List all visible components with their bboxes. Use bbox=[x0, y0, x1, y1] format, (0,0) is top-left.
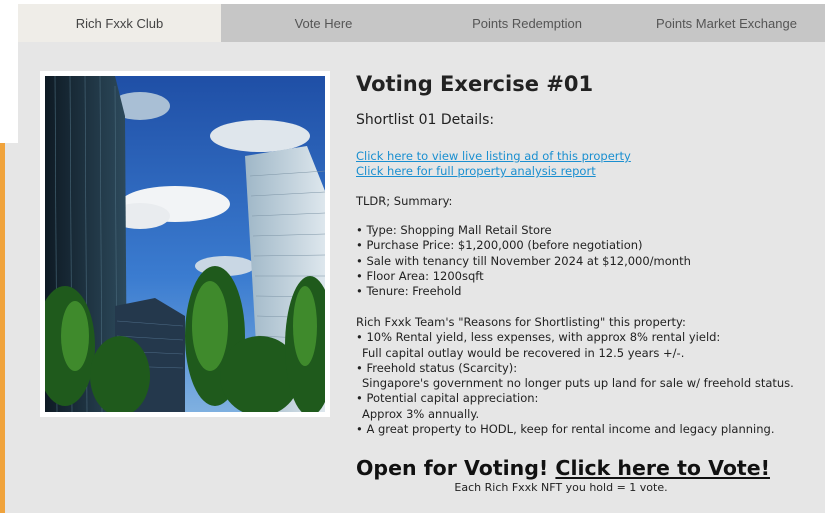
tab-rich-fxxk-club[interactable]: Rich Fxxk Club bbox=[18, 4, 221, 42]
tab-vote-here[interactable]: Vote Here bbox=[221, 4, 426, 42]
reason-item: • Freehold status (Scarcity): bbox=[356, 360, 518, 375]
vote-call-to-action: Open for Voting! Click here to Vote! Eac… bbox=[356, 456, 770, 494]
summary-item-floor-area: • Floor Area: 1200sqft bbox=[356, 268, 484, 283]
summary-item-tenure: • Tenure: Freehold bbox=[356, 284, 462, 299]
shortlist-subtitle: Shortlist 01 Details: bbox=[356, 112, 495, 128]
summary-item-type: • Type: Shopping Mall Retail Store bbox=[356, 223, 552, 237]
analysis-report-link[interactable]: Click here for full property analysis re… bbox=[356, 164, 631, 179]
page-margin bbox=[5, 42, 18, 143]
property-photo bbox=[45, 76, 325, 412]
main-navigation: Rich Fxxk Club Vote Here Points Redempti… bbox=[18, 4, 825, 42]
property-links: Click here to view live listing ad of th… bbox=[356, 149, 631, 179]
reason-item: • A great property to HODL, keep for ren… bbox=[356, 422, 775, 437]
listing-ad-link[interactable]: Click here to view live listing ad of th… bbox=[356, 149, 631, 164]
vote-link[interactable]: Click here to Vote! bbox=[555, 456, 770, 480]
vote-heading: Open for Voting! Click here to Vote! bbox=[356, 456, 770, 480]
reason-detail: Singapore's government no longer puts up… bbox=[362, 376, 794, 391]
reason-item: • Potential capital appreciation: bbox=[356, 391, 539, 406]
reasons-list: Rich Fxxk Team's "Reasons for Shortlisti… bbox=[356, 315, 794, 437]
voting-details: Voting Exercise #01 Shortlist 01 Details… bbox=[356, 70, 816, 436]
tab-points-redemption[interactable]: Points Redemption bbox=[426, 4, 628, 42]
reason-item: • 10% Rental yield, less expenses, with … bbox=[356, 330, 721, 345]
summary-item-price: • Purchase Price: $1,200,000 (before neg… bbox=[356, 238, 643, 253]
reason-detail: Full capital outlay would be recovered i… bbox=[362, 345, 685, 360]
vote-note: Each Rich Fxxk NFT you hold = 1 vote. bbox=[454, 481, 668, 494]
property-photo-frame bbox=[40, 71, 330, 417]
reason-detail: Approx 3% annually. bbox=[362, 406, 480, 421]
summary-list: • Type: Shopping Mall Retail Store • Pur… bbox=[356, 223, 691, 299]
vote-prefix: Open for Voting! bbox=[356, 456, 549, 480]
page-title: Voting Exercise #01 bbox=[356, 72, 594, 96]
reasons-heading: Rich Fxxk Team's "Reasons for Shortlisti… bbox=[356, 315, 686, 329]
tab-points-market-exchange[interactable]: Points Market Exchange bbox=[628, 4, 825, 42]
summary-item-tenancy: • Sale with tenancy till November 2024 a… bbox=[356, 253, 691, 268]
tldr-heading: TLDR; Summary: bbox=[356, 194, 453, 208]
